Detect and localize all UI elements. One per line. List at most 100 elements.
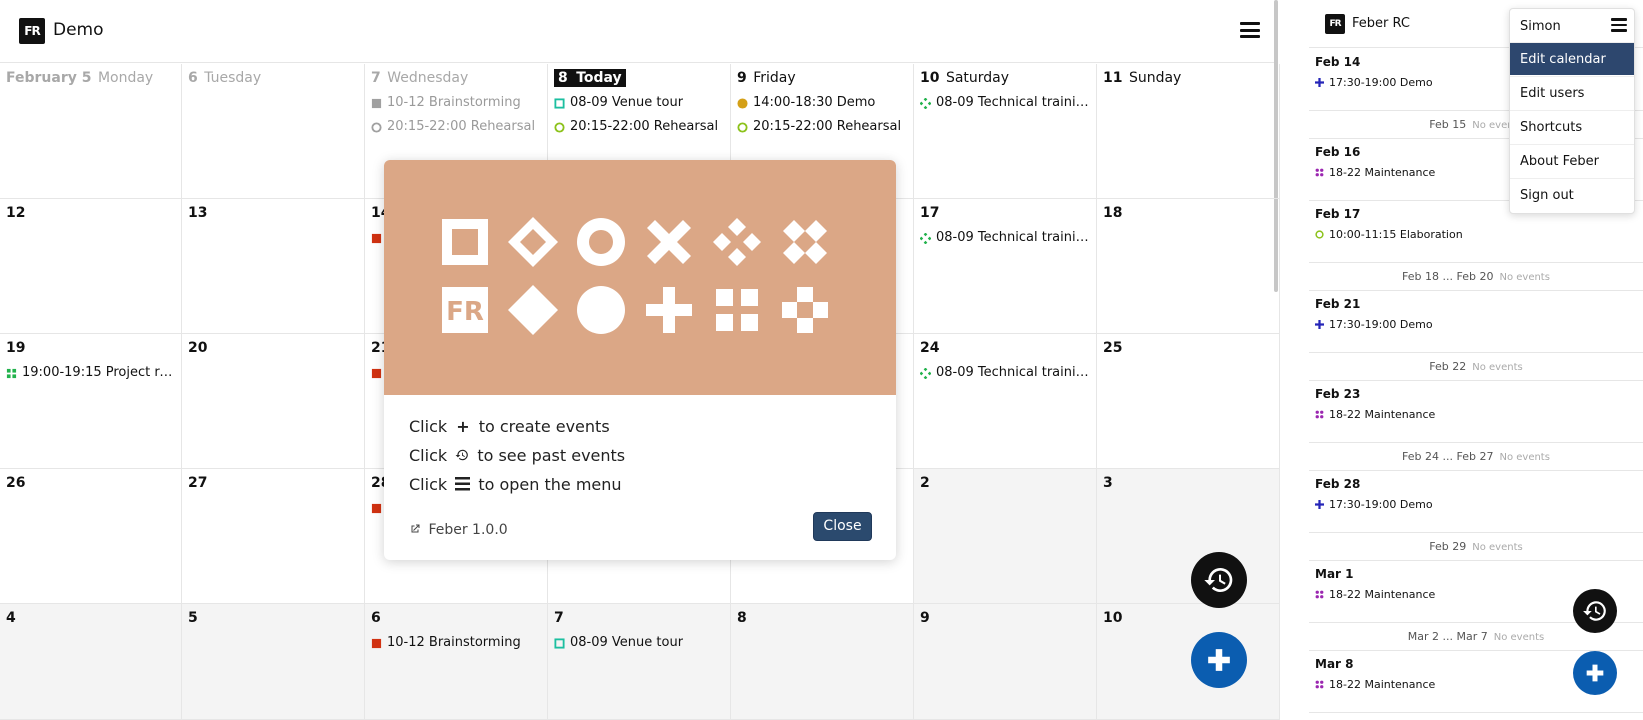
calendar-event[interactable]: 14:00-18:30 Demo: [737, 92, 907, 114]
circle-outline-icon: [737, 121, 748, 133]
day-cell[interactable]: 24 08-09 Technical training: [914, 334, 1097, 469]
version-link[interactable]: Feber 1.0.0: [409, 522, 508, 538]
calendar-event[interactable]: 20:15-22:00 Rehearsal: [737, 116, 907, 138]
event-label: 18-22 Maintenance: [1329, 166, 1436, 179]
day-header: 18: [1103, 205, 1273, 225]
hamburger-icon[interactable]: [1611, 18, 1627, 32]
day-cell[interactable]: 2: [914, 469, 1097, 604]
day-name: Tuesday: [204, 70, 262, 86]
calendar-event[interactable]: 08-09 Technical training: [920, 362, 1090, 384]
day-cell[interactable]: February 5 Monday: [0, 64, 182, 199]
agenda-day[interactable]: Feb 23 18-22 Maintenance: [1309, 381, 1643, 443]
day-header: 7: [554, 610, 724, 630]
day-number: 9: [920, 610, 930, 626]
four-squares-icon: [6, 368, 17, 378]
event-label: 14:00-18:30 Demo: [753, 95, 876, 110]
empty-range-label: Mar 2 ... Mar 7: [1407, 630, 1488, 643]
agenda-day[interactable]: Feb 21 17:30-19:00 Demo: [1309, 291, 1643, 353]
agenda-event[interactable]: 18-22 Maintenance: [1315, 408, 1637, 421]
day-cell[interactable]: 7 08-09 Venue tour: [548, 604, 731, 720]
sidebar-add-event-button[interactable]: [1573, 651, 1617, 695]
no-events-label: No events: [1499, 272, 1550, 283]
day-cell[interactable]: 8: [731, 604, 914, 720]
square-icon: [371, 233, 382, 243]
diamond-dots-icon: [920, 232, 931, 244]
day-header: 12: [6, 205, 175, 225]
day-cell[interactable]: 4: [0, 604, 182, 720]
day-cell[interactable]: 25: [1097, 334, 1280, 469]
day-header: 24: [920, 340, 1090, 360]
event-label: 10-12 Brainstorming: [387, 95, 521, 110]
day-number: 2: [920, 475, 930, 491]
calendar-event[interactable]: 10-12 Brainstorming: [371, 632, 541, 654]
menu-item-edit-users[interactable]: Edit users: [1510, 76, 1634, 109]
sidebar-logo: FR: [1325, 14, 1345, 34]
add-event-button[interactable]: [1191, 632, 1247, 688]
day-cell[interactable]: 13: [182, 199, 365, 334]
day-number: 12: [6, 205, 26, 221]
calendar-event[interactable]: 20:15-22:00 Rehearsal: [554, 116, 724, 138]
circle-outline-icon: [1315, 230, 1324, 239]
circle-icon: [577, 286, 625, 334]
event-label: 08-09 Technical training: [936, 95, 1090, 110]
day-number: 6: [371, 610, 381, 626]
app-logo: FR: [19, 18, 45, 44]
day-cell[interactable]: 26: [0, 469, 182, 604]
day-number: 13: [188, 205, 208, 221]
menu-item-shortcuts[interactable]: Shortcuts: [1510, 110, 1634, 143]
day-header: 11 Sunday: [1103, 70, 1273, 90]
agenda-event[interactable]: 10:00-11:15 Elaboration: [1315, 228, 1637, 241]
agenda-event[interactable]: 17:30-19:00 Demo: [1315, 498, 1637, 511]
square-icon: [371, 503, 382, 513]
day-cell[interactable]: 10: [1097, 604, 1280, 720]
day-cell[interactable]: 20: [182, 334, 365, 469]
calendar-event[interactable]: 08-09 Technical training: [920, 92, 1090, 114]
day-cell[interactable]: 11 Sunday: [1097, 64, 1280, 199]
circle-outline-icon: [371, 121, 382, 133]
day-cell[interactable]: 12: [0, 199, 182, 334]
agenda-day[interactable]: Feb 28 17:30-19:00 Demo: [1309, 471, 1643, 533]
day-number: February 5: [6, 70, 92, 86]
day-header: 19: [6, 340, 175, 360]
calendar-event[interactable]: 19:00-19:15 Project review: [6, 362, 175, 384]
day-number: 18: [1103, 205, 1123, 221]
agenda-event[interactable]: 17:30-19:00 Demo: [1315, 318, 1637, 331]
day-cell[interactable]: 27: [182, 469, 365, 604]
square-icon: [371, 368, 382, 378]
close-button[interactable]: Close: [813, 512, 872, 541]
menu-item-sign-out[interactable]: Sign out: [1510, 178, 1634, 211]
hamburger-icon[interactable]: [1240, 22, 1260, 38]
calendar-event[interactable]: 08-09 Venue tour: [554, 632, 724, 654]
day-cell[interactable]: 5: [182, 604, 365, 720]
day-cell[interactable]: 19 19:00-19:15 Project review: [0, 334, 182, 469]
no-events-label: No events: [1472, 362, 1523, 373]
event-label: 17:30-19:00 Demo: [1329, 76, 1433, 89]
day-cell[interactable]: 6 Tuesday: [182, 64, 365, 199]
sidebar-past-events-button[interactable]: [1573, 589, 1617, 633]
calendar-event[interactable]: 08-09 Technical training: [920, 227, 1090, 249]
menu-item-edit-calendar[interactable]: Edit calendar: [1510, 42, 1634, 75]
calendar-event[interactable]: 10-12 Brainstorming: [371, 92, 541, 114]
empty-range-label: Feb 29: [1429, 540, 1467, 553]
circle-outline-icon: [577, 218, 625, 266]
day-header: 3: [1103, 475, 1273, 495]
day-header: 20: [188, 340, 358, 360]
past-events-button[interactable]: [1191, 552, 1247, 608]
day-cell[interactable]: 3: [1097, 469, 1280, 604]
circle-outline-icon: [554, 121, 565, 133]
calendar-event[interactable]: 08-09 Venue tour: [554, 92, 724, 114]
menu-item-about[interactable]: About Feber: [1510, 144, 1634, 177]
day-number: 10: [920, 70, 940, 86]
brand-logo-icon: FR: [442, 287, 488, 333]
circle-icon: [737, 97, 748, 109]
calendar-event[interactable]: 20:15-22:00 Rehearsal: [371, 116, 541, 138]
dialog-hero-banner: FR: [384, 160, 896, 395]
plus-icon: [1208, 649, 1230, 671]
day-cell[interactable]: 10 Saturday 08-09 Technical training: [914, 64, 1097, 199]
day-number: 26: [6, 475, 26, 491]
four-squares-icon: [716, 289, 758, 331]
day-cell[interactable]: 9: [914, 604, 1097, 720]
day-cell[interactable]: 17 08-09 Technical training: [914, 199, 1097, 334]
day-cell[interactable]: 18: [1097, 199, 1280, 334]
day-cell[interactable]: 6 10-12 Brainstorming: [365, 604, 548, 720]
